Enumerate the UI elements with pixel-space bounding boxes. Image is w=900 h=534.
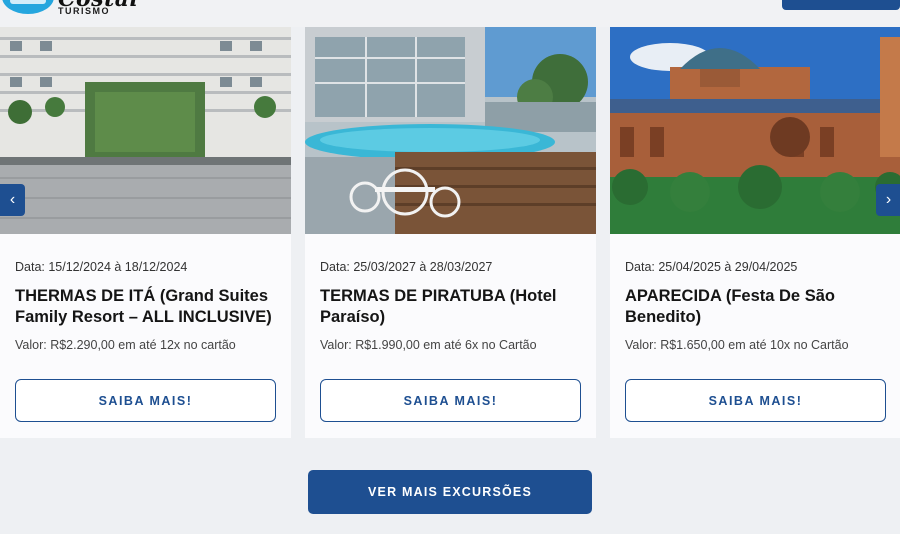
carousel-next-arrow-icon[interactable]: ›: [876, 184, 900, 216]
logo-icon[interactable]: [2, 0, 54, 14]
card-title[interactable]: THERMAS DE ITÁ (Grand Suites Family Reso…: [15, 286, 285, 328]
card-title[interactable]: TERMAS DE PIRATUBA (Hotel Paraíso): [320, 286, 590, 328]
saiba-mais-button[interactable]: SAIBA MAIS!: [625, 379, 886, 422]
card-date: Data: 25/04/2025 à 29/04/2025: [625, 260, 798, 274]
site-header: Costal TURISMO ´: [0, 0, 900, 27]
saiba-mais-button[interactable]: SAIBA MAIS!: [320, 379, 581, 422]
excursion-carousel: Data: 15/12/2024 à 18/12/2024 THERMAS DE…: [0, 27, 900, 439]
saiba-mais-button[interactable]: SAIBA MAIS!: [15, 379, 276, 422]
ver-mais-excursoes-button[interactable]: VER MAIS EXCURSÕES: [308, 470, 592, 514]
basilica-photo[interactable]: [610, 27, 900, 234]
pool-deck-photo[interactable]: [305, 27, 596, 234]
card-date: Data: 25/03/2027 à 28/03/2027: [320, 260, 493, 274]
card-title[interactable]: APARECIDA (Festa De São Benedito): [625, 286, 895, 328]
resort-hotel-photo[interactable]: [0, 27, 291, 234]
card-price: Valor: R$2.290,00 em até 12x no cartão: [15, 338, 236, 352]
header-cta-button[interactable]: [782, 0, 900, 10]
excursion-card: Data: 25/03/2027 à 28/03/2027 TERMAS DE …: [305, 27, 596, 438]
card-price: Valor: R$1.990,00 em até 6x no Cartão: [320, 338, 537, 352]
card-date: Data: 15/12/2024 à 18/12/2024: [15, 260, 188, 274]
logo-subtitle: TURISMO: [58, 6, 110, 16]
card-price: Valor: R$1.650,00 em até 10x no Cartão: [625, 338, 849, 352]
excursion-card: Data: 15/12/2024 à 18/12/2024 THERMAS DE…: [0, 27, 291, 438]
carousel-prev-arrow-icon[interactable]: ‹: [0, 184, 25, 216]
excursion-card: Data: 25/04/2025 à 29/04/2025 APARECIDA …: [610, 27, 900, 438]
header-fragment: ´: [596, 0, 600, 8]
